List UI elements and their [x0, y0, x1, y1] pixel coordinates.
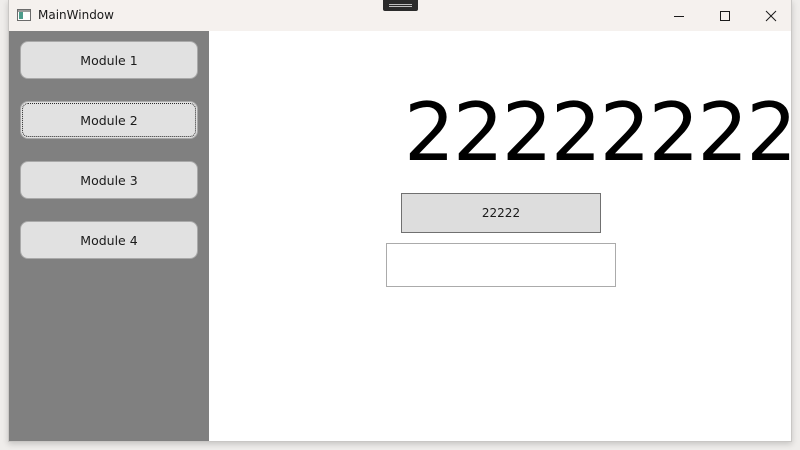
app-window-icon	[17, 9, 31, 21]
text-input[interactable]	[386, 243, 616, 287]
module-3-button[interactable]: Module 3	[20, 161, 198, 199]
maximize-icon	[720, 10, 730, 21]
snap-grip-icon[interactable]	[383, 0, 418, 11]
minimize-button[interactable]	[656, 0, 702, 31]
minimize-icon	[674, 15, 684, 17]
title-bar[interactable]: MainWindow	[9, 0, 791, 31]
value-button[interactable]: 22222	[401, 193, 601, 233]
maximize-button[interactable]	[702, 0, 748, 31]
module-4-button[interactable]: Module 4	[20, 221, 198, 259]
main-window: MainWindow Module 1 Module 2 Module 3 Mo…	[8, 0, 792, 442]
content-area: 22222222 22222	[209, 31, 792, 441]
module-2-button[interactable]: Module 2	[20, 101, 198, 139]
display-number: 22222222	[404, 86, 792, 179]
close-icon	[765, 10, 777, 21]
window-title: MainWindow	[38, 8, 114, 22]
module-1-button[interactable]: Module 1	[20, 41, 198, 79]
close-button[interactable]	[748, 0, 791, 31]
sidebar: Module 1 Module 2 Module 3 Module 4	[9, 31, 209, 441]
